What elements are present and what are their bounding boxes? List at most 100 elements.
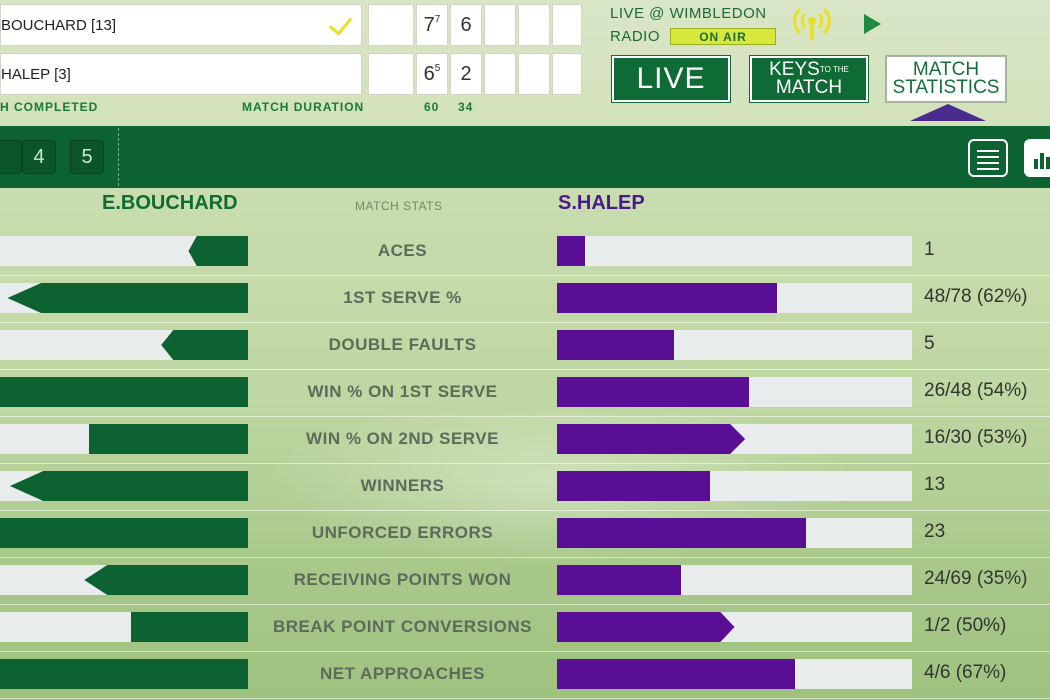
player1-bar-track — [0, 565, 248, 595]
live-button[interactable]: LIVE — [611, 55, 731, 103]
keys-button-label: KEYSTO THE MATCH — [769, 60, 849, 98]
radio-title: LIVE @ WIMBLEDON — [610, 5, 767, 22]
set-4-button[interactable]: 4 — [22, 140, 56, 174]
player2-bar — [557, 518, 806, 548]
player1-bar — [161, 330, 248, 360]
player2-stat-value: 26/48 (54%) — [924, 380, 1028, 401]
player2-stat-value: 16/30 (53%) — [924, 427, 1028, 448]
match-duration-label: MATCH DURATION — [242, 100, 365, 114]
bar-chart-icon[interactable] — [1024, 139, 1050, 177]
player1-bar-track — [0, 612, 248, 642]
p1-set2-score: 7 — [423, 13, 435, 36]
live-button-label: LIVE — [636, 62, 706, 95]
player1-bar-track — [0, 518, 248, 548]
set-3-button[interactable] — [0, 140, 22, 174]
player1-bar — [188, 236, 248, 266]
p2-set2-score: 6 — [423, 62, 435, 85]
stat-label: NET APPROACHES — [319, 664, 486, 683]
player2-bar — [557, 612, 735, 642]
stat-label: DOUBLE FAULTS — [328, 335, 477, 354]
active-tab-pointer — [910, 104, 986, 121]
stat-label: WIN % ON 1ST SERVE — [307, 382, 498, 401]
play-icon[interactable] — [864, 14, 881, 34]
match-statistics-button[interactable]: MATCH STATISTICS — [885, 55, 1007, 103]
keys-to-the-match-button[interactable]: KEYSTO THE MATCH — [749, 55, 869, 103]
stats-button-label: MATCH STATISTICS — [892, 60, 1000, 98]
player2-bar — [557, 236, 586, 266]
set-5-label: 5 — [81, 145, 93, 168]
player2-stat-value: 48/78 (62%) — [924, 286, 1028, 307]
p1-set-cell — [552, 4, 582, 46]
player1-name-box: BOUCHARD [13] — [0, 4, 362, 46]
nav-separator — [118, 128, 119, 186]
on-air-badge: ON AIR — [670, 28, 776, 45]
set-4-label: 4 — [33, 145, 45, 168]
player1-stats-header: E.BOUCHARD — [102, 192, 238, 214]
radio-label: RADIO — [610, 28, 661, 45]
player1-name: BOUCHARD [13] — [1, 16, 117, 34]
player2-bar — [557, 659, 795, 689]
p2-set-cell — [484, 53, 516, 95]
keys-small: TO THE — [819, 64, 849, 74]
player2-bar-track — [557, 471, 912, 501]
winner-check-icon — [328, 11, 353, 36]
player2-bar-track — [557, 330, 912, 360]
player1-bar — [0, 659, 248, 689]
keys-line2: MATCH — [775, 77, 843, 98]
p1-set-cell: 77 — [416, 4, 448, 46]
stat-row: DOUBLE FAULTS 5 — [0, 323, 1050, 370]
p2-set2-tiebreak: 5 — [434, 62, 441, 74]
stat-label: ACES — [377, 241, 428, 260]
stat-row: RECEIVING POINTS WON 24/69 (35%) — [0, 558, 1050, 605]
player2-name-box: HALEP [3] — [0, 53, 362, 95]
player2-bar — [557, 330, 675, 360]
player1-bar — [9, 471, 248, 501]
player1-bar-track — [0, 424, 248, 454]
stat-row: WIN % ON 2ND SERVE 16/30 (53%) — [0, 417, 1050, 464]
set2-duration: 34 — [458, 100, 474, 114]
p1-set-cell — [518, 4, 550, 46]
player2-bar — [557, 471, 710, 501]
stat-row: NET APPROACHES 4/6 (67%) — [0, 652, 1050, 699]
radio-broadcast-icon[interactable] — [792, 6, 832, 42]
p2-set-cell — [368, 53, 414, 95]
player1-bar — [0, 377, 248, 407]
player2-stat-value: 1/2 (50%) — [924, 615, 1007, 636]
player2-stat-value: 1 — [924, 239, 935, 260]
player1-bar — [7, 283, 248, 313]
player1-bar-track — [0, 659, 248, 689]
player1-bar-track — [0, 471, 248, 501]
player1-bar-track — [0, 377, 248, 407]
row-divider — [0, 698, 1050, 699]
player1-bar-track — [0, 283, 248, 313]
p2-set3-score: 2 — [460, 62, 472, 85]
p2-set-cell: 65 — [416, 53, 448, 95]
player2-bar-track — [557, 659, 912, 689]
stat-row: 1ST SERVE % 48/78 (62%) — [0, 276, 1050, 323]
player2-name: HALEP [3] — [1, 65, 71, 83]
stat-label: BREAK POINT CONVERSIONS — [273, 617, 532, 636]
player1-bar — [84, 565, 248, 595]
player2-bar-track — [557, 612, 912, 642]
set-nav-bar: 4 5 — [0, 126, 1050, 188]
stats-line2: STATISTICS — [892, 77, 1000, 98]
player2-stat-value: 5 — [924, 333, 935, 354]
player2-stat-value: 13 — [924, 474, 946, 495]
stat-label: UNFORCED ERRORS — [311, 523, 494, 542]
p1-set-cell — [484, 4, 516, 46]
stat-row: WIN % ON 1ST SERVE 26/48 (54%) — [0, 370, 1050, 417]
player1-bar — [89, 424, 248, 454]
player2-bar — [557, 377, 749, 407]
stat-row: BREAK POINT CONVERSIONS 1/2 (50%) — [0, 605, 1050, 652]
player2-stat-value: 24/69 (35%) — [924, 568, 1028, 589]
player2-bar — [557, 424, 746, 454]
stat-label: 1ST SERVE % — [343, 288, 462, 307]
player2-bar-track — [557, 377, 912, 407]
stat-label: RECEIVING POINTS WON — [293, 570, 512, 589]
player1-bar — [131, 612, 248, 642]
p2-set-cell — [552, 53, 582, 95]
list-view-icon[interactable] — [968, 139, 1008, 177]
player2-bar-track — [557, 565, 912, 595]
set-5-button[interactable]: 5 — [70, 140, 104, 174]
p1-set-cell: 6 — [450, 4, 482, 46]
